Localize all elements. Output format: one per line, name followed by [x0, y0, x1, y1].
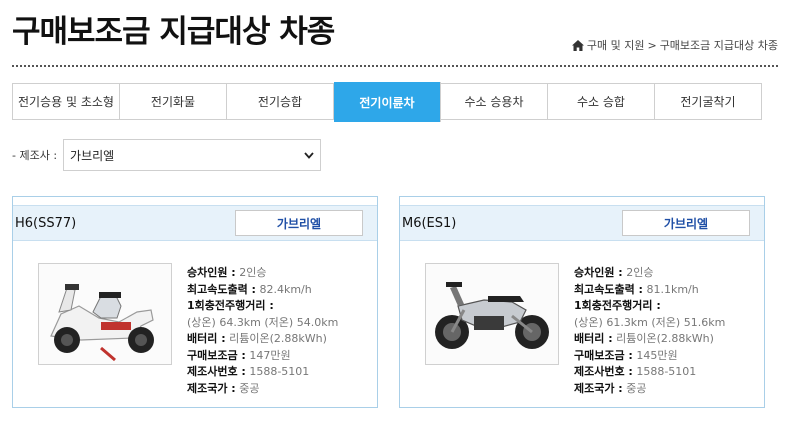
- manufacturer-select-value: 가브리엘: [70, 148, 115, 163]
- battery-value: 리튬이온(2.88kWh): [229, 332, 327, 345]
- phone-label: 제조사번호 :: [187, 365, 246, 378]
- phone-value: 1588-5101: [249, 365, 310, 378]
- seats-label: 승차인원 :: [187, 266, 236, 279]
- top-speed-value: 81.1km/h: [646, 282, 699, 296]
- range-value: (상온) 64.3km (저온) 54.0km: [187, 315, 339, 329]
- tab-hydrogen-passenger[interactable]: 수소 승용차: [441, 84, 548, 119]
- country-label: 제조국가 :: [187, 381, 236, 395]
- tab-ev-bus[interactable]: 전기승합: [227, 84, 334, 119]
- model-name: H6(SS77): [15, 215, 77, 231]
- breadcrumb-item-purchase[interactable]: 구매 및 지원: [587, 37, 645, 53]
- country-value: 중공: [626, 381, 647, 395]
- manufacturer-select[interactable]: 가브리엘: [63, 139, 322, 171]
- tab-ev-excavator[interactable]: 전기굴착기: [655, 84, 761, 119]
- tab-ev-motorcycle[interactable]: 전기이륜차: [334, 82, 441, 122]
- category-tabs: 전기승용 및 초소형 전기화물 전기승합 전기이륜차 수소 승용차 수소 승합 …: [12, 82, 762, 122]
- seats-label: 승차인원 :: [574, 266, 623, 279]
- phone-value: 1588-5101: [636, 365, 697, 378]
- breadcrumb: 구매 및 지원 > 구매보조금 지급대상 차종: [571, 37, 778, 53]
- card-header: M6(ES1) 가브리엘: [400, 205, 764, 241]
- phone-label: 제조사번호 :: [574, 365, 633, 378]
- range-label: 1회충전주행거리 :: [574, 299, 661, 312]
- manufacturer-button[interactable]: 가브리엘: [622, 210, 750, 236]
- subsidy-label: 구매보조금 :: [187, 348, 246, 362]
- subsidy-value: 147만원: [249, 348, 291, 362]
- subsidy-value: 145만원: [636, 348, 678, 362]
- battery-label: 배터리 :: [187, 332, 226, 345]
- country-value: 중공: [239, 381, 260, 395]
- battery-value: 리튬이온(2.88kWh): [616, 332, 714, 345]
- breadcrumb-item-current: 구매보조금 지급대상 차종: [659, 39, 778, 52]
- vehicle-card: H6(SS77) 가브리엘 승차인원 : 2인승 최고속도출력 : 82.4km…: [12, 196, 378, 408]
- tab-hydrogen-bus[interactable]: 수소 승합: [548, 84, 655, 119]
- top-speed-label: 최고속도출력 :: [187, 282, 256, 296]
- battery-label: 배터리 :: [574, 332, 613, 345]
- subsidy-label: 구매보조금 :: [574, 348, 633, 362]
- manufacturer-filter-label: - 제조사 :: [12, 149, 58, 162]
- seats-value: 2인승: [239, 266, 267, 279]
- chevron-down-icon: [304, 151, 314, 159]
- breadcrumb-separator: >: [647, 38, 657, 52]
- seats-value: 2인승: [626, 266, 654, 279]
- spec-list: 승차인원 : 2인승 최고속도출력 : 82.4km/h 1회충전주행거리 : …: [187, 265, 338, 397]
- model-name: M6(ES1): [402, 215, 457, 231]
- range-value: (상온) 61.3km (저온) 51.6km: [574, 315, 726, 329]
- home-icon[interactable]: [571, 39, 584, 51]
- manufacturer-button[interactable]: 가브리엘: [235, 210, 363, 236]
- tab-ev-passenger[interactable]: 전기승용 및 초소형: [13, 84, 120, 119]
- page-title: 구매보조금 지급대상 차종: [12, 14, 335, 50]
- silver-motorcycle-image: [425, 263, 559, 365]
- top-speed-label: 최고속도출력 :: [574, 282, 643, 296]
- country-label: 제조국가 :: [574, 381, 623, 395]
- range-label: 1회충전주행거리 :: [187, 299, 274, 312]
- card-header: H6(SS77) 가브리엘: [13, 205, 377, 241]
- white-scooter-image: [38, 263, 172, 365]
- manufacturer-filter: - 제조사 : 가브리엘: [12, 139, 322, 171]
- title-divider: [12, 65, 778, 67]
- spec-list: 승차인원 : 2인승 최고속도출력 : 81.1km/h 1회충전주행거리 : …: [574, 265, 725, 397]
- tab-ev-cargo[interactable]: 전기화물: [120, 84, 227, 119]
- top-speed-value: 82.4km/h: [259, 282, 312, 296]
- vehicle-card: M6(ES1) 가브리엘 승차인원 : 2인승 최고속도출력 : 81.1km/…: [399, 196, 765, 408]
